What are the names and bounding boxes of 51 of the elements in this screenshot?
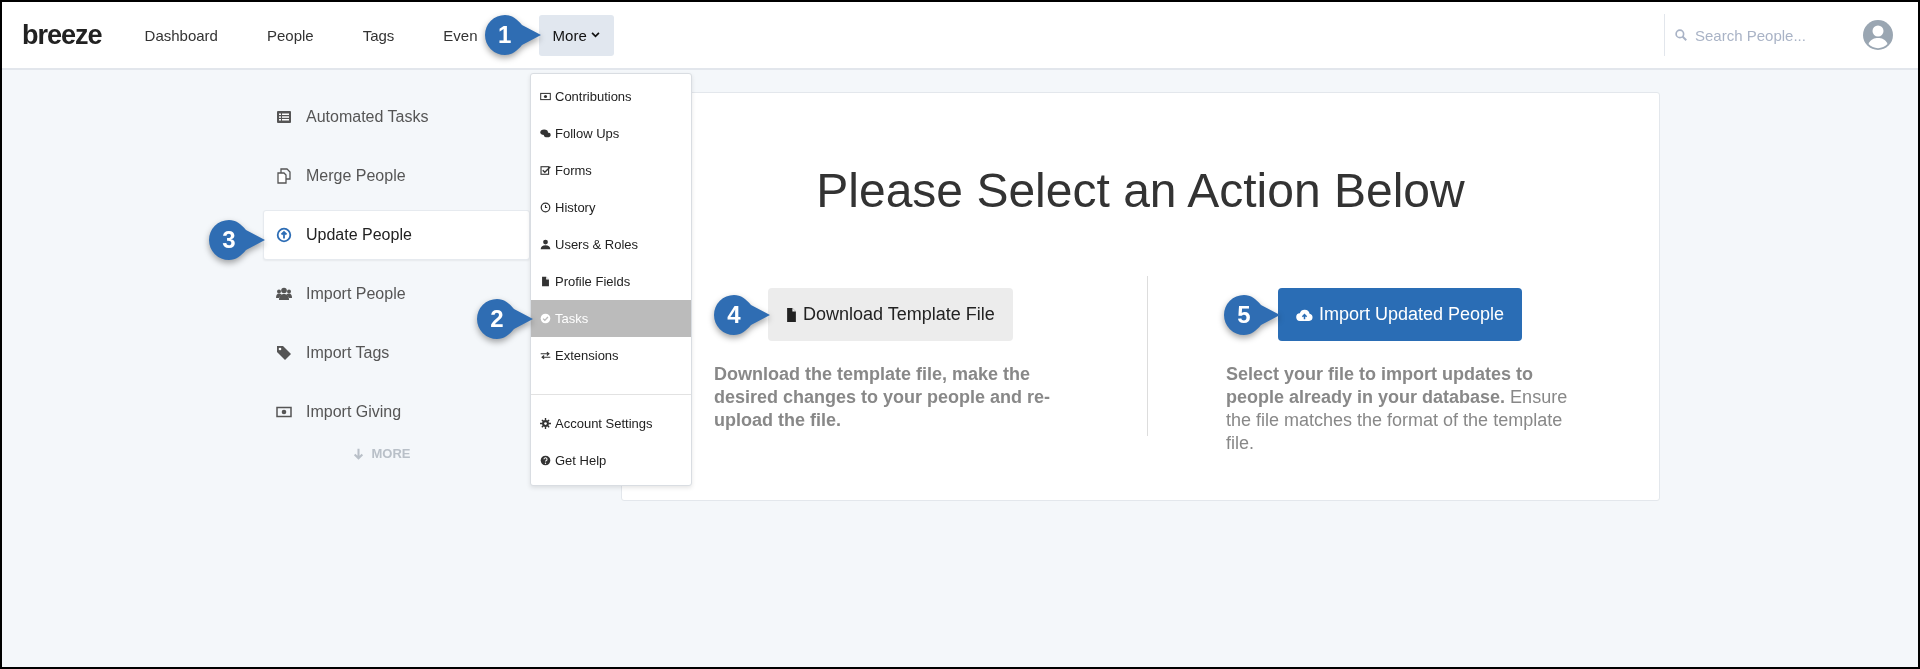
check-circle-icon bbox=[540, 313, 551, 324]
list-icon bbox=[276, 109, 292, 125]
sidebar-item[interactable]: Automated Tasks bbox=[263, 92, 442, 142]
nav-link[interactable]: Even bbox=[443, 26, 478, 44]
search-icon bbox=[1675, 29, 1687, 41]
step-callout: 4 bbox=[712, 292, 772, 337]
arrow-down-icon bbox=[352, 447, 364, 460]
file-icon bbox=[786, 307, 797, 322]
checkbox-icon bbox=[540, 165, 551, 176]
clock-icon bbox=[540, 202, 551, 213]
tag-icon bbox=[276, 345, 292, 361]
menu-item[interactable]: Account Settings bbox=[531, 405, 691, 442]
search-field[interactable]: Search People... bbox=[1693, 25, 1817, 45]
download-button[interactable]: Download Template File bbox=[768, 288, 1013, 341]
action-description: Select your file to import updates to people already in your database. Ensure the file matches the format of the template file. bbox=[1226, 363, 1569, 455]
step-callout: 2 bbox=[475, 296, 535, 341]
sidebar-item[interactable]: Import Giving bbox=[263, 387, 415, 437]
sidebar-item[interactable]: Import Tags bbox=[263, 328, 403, 378]
step-callout: 1 bbox=[482, 13, 543, 57]
user-icon bbox=[540, 239, 551, 250]
gear-icon bbox=[540, 418, 551, 429]
file-icon bbox=[540, 276, 551, 287]
action-description: Download the template file, make the desired changes to your people and re-upload the file. bbox=[714, 363, 1052, 432]
page-title: Please Select an Action Below bbox=[816, 163, 1465, 218]
users-icon bbox=[276, 286, 292, 302]
menu-item[interactable]: Contributions bbox=[531, 78, 691, 115]
cloud-upload-icon bbox=[1296, 308, 1313, 321]
menu-item[interactable]: History bbox=[531, 189, 691, 226]
copy-icon bbox=[276, 168, 292, 184]
nav-link[interactable]: People bbox=[266, 26, 314, 44]
more-menu-button[interactable]: More bbox=[538, 14, 614, 56]
nav-link[interactable]: Tags bbox=[362, 26, 395, 44]
money-icon bbox=[540, 91, 551, 102]
sidebar-item[interactable]: Update People bbox=[263, 210, 530, 260]
arrows-icon bbox=[540, 350, 551, 361]
menu-item[interactable]: Users & Roles bbox=[531, 226, 691, 263]
menu-item[interactable]: Follow Ups bbox=[531, 115, 691, 152]
import-button[interactable]: Import Updated People bbox=[1278, 288, 1523, 341]
step-callout: 3 bbox=[207, 217, 267, 262]
menu-item[interactable]: Forms bbox=[531, 152, 691, 189]
help-icon bbox=[540, 455, 551, 466]
sidebar-item[interactable]: Merge People bbox=[263, 151, 419, 201]
menu-item[interactable]: Get Help bbox=[531, 442, 691, 479]
upload-icon bbox=[276, 227, 292, 243]
nav-link[interactable]: Dashboard bbox=[144, 26, 218, 44]
chevron-down-icon bbox=[590, 32, 600, 38]
money-icon bbox=[276, 404, 292, 420]
avatar-icon[interactable] bbox=[1863, 20, 1893, 50]
chat-icon bbox=[540, 128, 551, 139]
logo[interactable]: breeze bbox=[22, 19, 102, 51]
sidebar-item[interactable]: Import People bbox=[263, 269, 419, 319]
